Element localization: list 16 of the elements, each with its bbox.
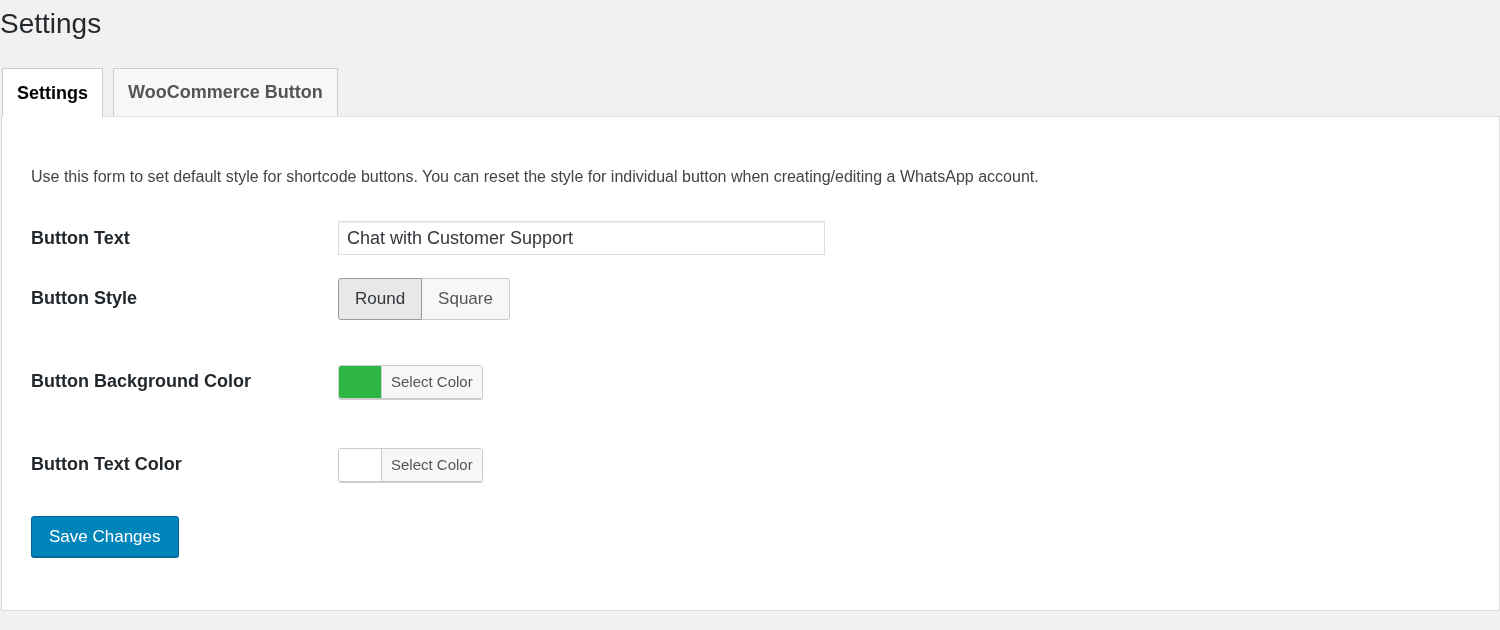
- field-label: Button Style: [31, 288, 138, 309]
- select-color-button[interactable]: Select Color: [382, 365, 482, 398]
- field-label: Button Background Color: [31, 371, 252, 392]
- style-option[interactable]: Square: [422, 277, 510, 320]
- field-label: Button Text: [31, 227, 131, 249]
- field-label: Button Text Color: [31, 454, 183, 475]
- page-title: Settings: [0, 7, 103, 41]
- tab[interactable]: WooCommerce Button: [113, 68, 338, 116]
- text-input[interactable]: Chat with Customer Support: [338, 221, 825, 255]
- select-color-button[interactable]: Select Color: [382, 448, 482, 481]
- color-swatch[interactable]: [339, 448, 382, 481]
- tab[interactable]: Settings: [2, 68, 103, 117]
- color-swatch[interactable]: [339, 365, 382, 398]
- description-text: Use this form to set default style for shortcode buttons. You can reset the style for individual button when creating/editing a WhatsApp account.: [31, 167, 1040, 187]
- style-option[interactable]: Round: [338, 277, 423, 320]
- save-button[interactable]: Save Changes: [31, 516, 179, 557]
